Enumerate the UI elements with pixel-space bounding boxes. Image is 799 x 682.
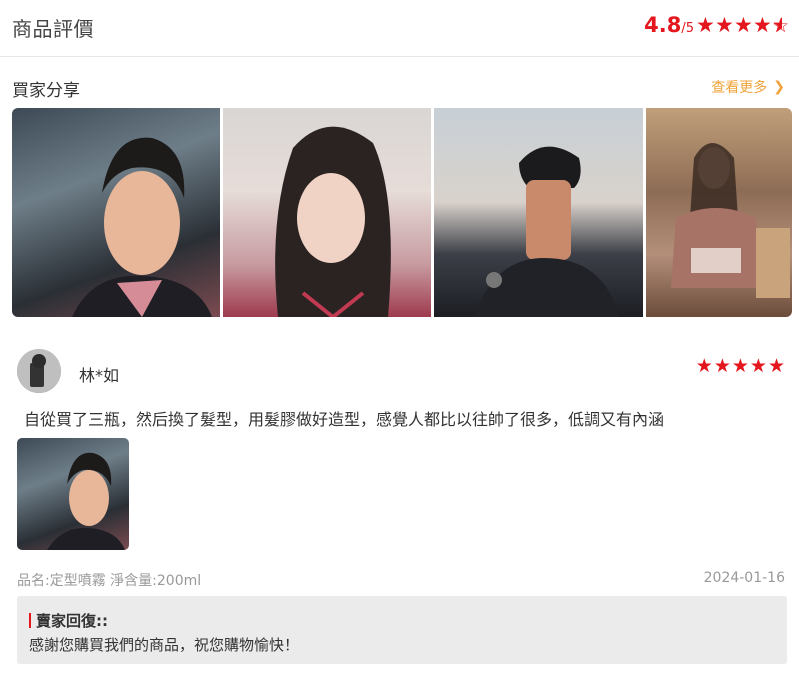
seller-reply-text: 感謝您購買我們的商品，祝您購物愉快！ [29,636,300,654]
view-more-label: 查看更多 [711,80,768,96]
buyer-share-title: 買家分享 [12,81,80,101]
buyer-photo[interactable] [646,108,792,317]
woman-selfie-photo [274,126,391,317]
seller-reply-heading: 賣家回復:: [29,610,108,631]
star-icon: ★ [749,355,767,377]
star-icon: ★ [713,355,731,377]
product-spec: 品名:定型噴霧 淨含量:200ml [17,573,202,589]
view-more-link[interactable]: 查看更多 ❯ [711,77,785,97]
man-selfie-photo [47,452,125,550]
star-icon: ★ [767,355,785,377]
buyer-photo-gallery [12,108,792,317]
seller-reply: 賣家回復:: 感謝您購買我們的商品，祝您購物愉快！ [17,596,787,664]
rating-stars: ★ ★ ★ ★ ★ ★ ★ ★ ★ ☆ [696,13,791,37]
buyer-photo[interactable] [12,108,220,317]
mirror-selfie-photo [474,146,620,317]
review-photo[interactable] [17,438,129,550]
reply-accent-bar [29,613,31,628]
star-icon: ★ ★ [715,13,734,37]
review-text: 自從買了三瓶，然后換了髮型，用髮膠做好造型，感覺人都比以往帥了很多，低調又有內涵 [24,410,665,429]
overall-rating: 4.8 /5 ★ ★ ★ ★ ★ ★ ★ ★ ★ ☆ [644,13,791,37]
reviews-header: 商品評價 4.8 /5 ★ ★ ★ ★ ★ ★ ★ ★ ★ ☆ [0,0,799,57]
reviewer-name: 林*如 [79,366,120,385]
star-icon: ★ ★ [753,13,772,37]
review-date: 2024-01-16 [703,570,785,586]
star-half-icon: ★ ☆ [772,15,790,37]
cafe-photo [671,143,791,298]
buyer-photo[interactable] [222,108,432,317]
rating-score: 4.8 [644,13,682,37]
review-stars: ★ ★ ★ ★ ★ [695,357,785,376]
star-icon: ★ ★ [696,13,715,37]
reviewer-avatar [17,349,61,393]
rating-max: /5 [681,21,694,36]
man-selfie-photo [72,137,212,317]
star-icon: ★ [731,355,749,377]
seller-reply-label: 賣家回復:: [36,612,108,630]
page-title: 商品評價 [12,17,94,41]
avatar-image [17,349,61,393]
buyer-photo[interactable] [434,108,644,317]
star-icon: ★ ★ [734,13,753,37]
star-icon: ★ [695,355,713,377]
chevron-right-icon: ❯ [773,79,785,95]
